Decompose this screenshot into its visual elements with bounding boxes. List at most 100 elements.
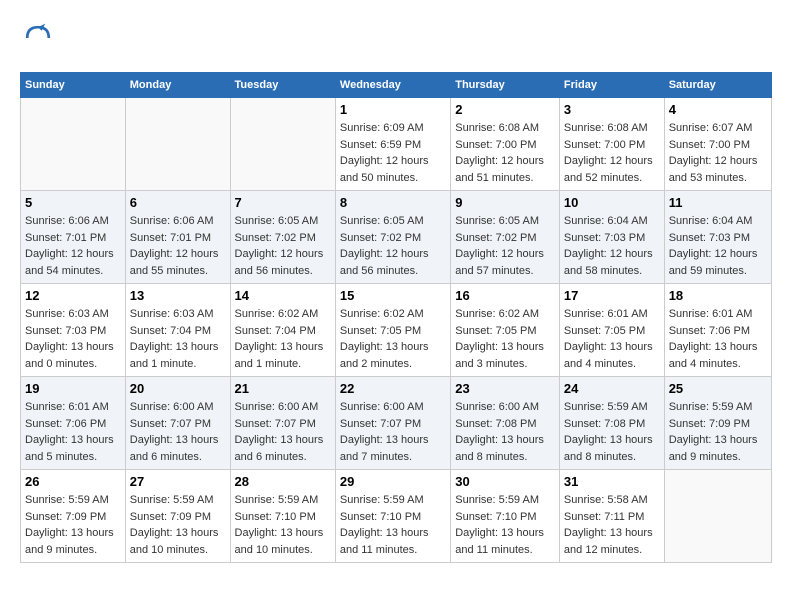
day-cell: 27 Sunrise: 5:59 AMSunset: 7:09 PMDayligh…: [125, 470, 230, 563]
day-info: Sunrise: 5:59 AMSunset: 7:10 PMDaylight:…: [235, 492, 331, 558]
header-row: SundayMondayTuesdayWednesdayThursdayFrid…: [21, 73, 772, 98]
day-cell: 22 Sunrise: 6:00 AMSunset: 7:07 PMDayligh…: [335, 377, 450, 470]
day-number: 1: [340, 102, 446, 117]
day-info: Sunrise: 6:00 AMSunset: 7:07 PMDaylight:…: [340, 399, 446, 465]
day-info: Sunrise: 5:59 AMSunset: 7:10 PMDaylight:…: [455, 492, 555, 558]
day-info: Sunrise: 5:58 AMSunset: 7:11 PMDaylight:…: [564, 492, 660, 558]
day-cell: 26Sunrise: 5:59 AMSunset: 7:09 PMDayligh…: [21, 470, 126, 563]
day-cell: 12Sunrise: 6:03 AMSunset: 7:03 PMDayligh…: [21, 284, 126, 377]
day-info: Sunrise: 6:06 AMSunset: 7:01 PMDaylight:…: [25, 213, 121, 279]
day-cell: 1 Sunrise: 6:09 AMSunset: 6:59 PMDaylight…: [335, 98, 450, 191]
day-info: Sunrise: 6:08 AMSunset: 7:00 PMDaylight:…: [564, 120, 660, 186]
day-number: 18: [669, 288, 767, 303]
day-cell: 30 Sunrise: 5:59 AMSunset: 7:10 PMDayligh…: [451, 470, 560, 563]
day-info: Sunrise: 6:00 AMSunset: 7:08 PMDaylight:…: [455, 399, 555, 465]
day-cell: 15Sunrise: 6:02 AMSunset: 7:05 PMDayligh…: [335, 284, 450, 377]
week-row-3: 12Sunrise: 6:03 AMSunset: 7:03 PMDayligh…: [21, 284, 772, 377]
day-cell: 10 Sunrise: 6:04 AMSunset: 7:03 PMDayligh…: [559, 191, 664, 284]
header-cell-tuesday: Tuesday: [230, 73, 335, 98]
day-cell: [664, 470, 771, 563]
week-row-1: 1 Sunrise: 6:09 AMSunset: 6:59 PMDaylight…: [21, 98, 772, 191]
day-number: 15: [340, 288, 446, 303]
day-number: 10: [564, 195, 660, 210]
day-info: Sunrise: 6:04 AMSunset: 7:03 PMDaylight:…: [564, 213, 660, 279]
header-cell-friday: Friday: [559, 73, 664, 98]
week-row-5: 26Sunrise: 5:59 AMSunset: 7:09 PMDayligh…: [21, 470, 772, 563]
day-number: 14: [235, 288, 331, 303]
day-cell: [125, 98, 230, 191]
day-info: Sunrise: 6:04 AMSunset: 7:03 PMDaylight:…: [669, 213, 767, 279]
day-info: Sunrise: 6:00 AMSunset: 7:07 PMDaylight:…: [235, 399, 331, 465]
day-number: 8: [340, 195, 446, 210]
day-cell: [21, 98, 126, 191]
day-cell: 21 Sunrise: 6:00 AMSunset: 7:07 PMDayligh…: [230, 377, 335, 470]
header-cell-wednesday: Wednesday: [335, 73, 450, 98]
day-number: 9: [455, 195, 555, 210]
day-cell: 25Sunrise: 5:59 AMSunset: 7:09 PMDayligh…: [664, 377, 771, 470]
header-cell-thursday: Thursday: [451, 73, 560, 98]
day-cell: 19 Sunrise: 6:01 AMSunset: 7:06 PMDayligh…: [21, 377, 126, 470]
day-info: Sunrise: 6:05 AMSunset: 7:02 PMDaylight:…: [235, 213, 331, 279]
day-cell: 4Sunrise: 6:07 AMSunset: 7:00 PMDaylight…: [664, 98, 771, 191]
day-number: 25: [669, 381, 767, 396]
day-cell: 3 Sunrise: 6:08 AMSunset: 7:00 PMDaylight…: [559, 98, 664, 191]
day-number: 6: [130, 195, 226, 210]
day-number: 22: [340, 381, 446, 396]
day-number: 28: [235, 474, 331, 489]
day-cell: 20Sunrise: 6:00 AMSunset: 7:07 PMDayligh…: [125, 377, 230, 470]
day-info: Sunrise: 6:03 AMSunset: 7:03 PMDaylight:…: [25, 306, 121, 372]
calendar-table: SundayMondayTuesdayWednesdayThursdayFrid…: [20, 72, 772, 563]
day-number: 23: [455, 381, 555, 396]
day-info: Sunrise: 6:05 AMSunset: 7:02 PMDaylight:…: [340, 213, 446, 279]
day-info: Sunrise: 5:59 AMSunset: 7:09 PMDaylight:…: [25, 492, 121, 558]
day-number: 11: [669, 195, 767, 210]
day-number: 29: [340, 474, 446, 489]
day-cell: 5 Sunrise: 6:06 AMSunset: 7:01 PMDaylight…: [21, 191, 126, 284]
header-cell-saturday: Saturday: [664, 73, 771, 98]
day-cell: [230, 98, 335, 191]
day-cell: 13Sunrise: 6:03 AMSunset: 7:04 PMDayligh…: [125, 284, 230, 377]
header-cell-monday: Monday: [125, 73, 230, 98]
day-cell: 24 Sunrise: 5:59 AMSunset: 7:08 PMDayligh…: [559, 377, 664, 470]
logo-icon: [20, 20, 56, 56]
day-info: Sunrise: 5:59 AMSunset: 7:09 PMDaylight:…: [130, 492, 226, 558]
day-cell: 23 Sunrise: 6:00 AMSunset: 7:08 PMDayligh…: [451, 377, 560, 470]
day-number: 30: [455, 474, 555, 489]
day-cell: 11 Sunrise: 6:04 AMSunset: 7:03 PMDayligh…: [664, 191, 771, 284]
day-info: Sunrise: 6:02 AMSunset: 7:04 PMDaylight:…: [235, 306, 331, 372]
day-cell: 17Sunrise: 6:01 AMSunset: 7:05 PMDayligh…: [559, 284, 664, 377]
day-cell: 18 Sunrise: 6:01 AMSunset: 7:06 PMDayligh…: [664, 284, 771, 377]
day-cell: 7 Sunrise: 6:05 AMSunset: 7:02 PMDaylight…: [230, 191, 335, 284]
day-info: Sunrise: 6:09 AMSunset: 6:59 PMDaylight:…: [340, 120, 446, 186]
day-cell: 14 Sunrise: 6:02 AMSunset: 7:04 PMDayligh…: [230, 284, 335, 377]
day-info: Sunrise: 6:01 AMSunset: 7:06 PMDaylight:…: [669, 306, 767, 372]
day-number: 19: [25, 381, 121, 396]
day-number: 24: [564, 381, 660, 396]
day-number: 31: [564, 474, 660, 489]
day-info: Sunrise: 6:01 AMSunset: 7:06 PMDaylight:…: [25, 399, 121, 465]
day-number: 5: [25, 195, 121, 210]
day-cell: 8 Sunrise: 6:05 AMSunset: 7:02 PMDaylight…: [335, 191, 450, 284]
day-cell: 9Sunrise: 6:05 AMSunset: 7:02 PMDaylight…: [451, 191, 560, 284]
day-info: Sunrise: 6:08 AMSunset: 7:00 PMDaylight:…: [455, 120, 555, 186]
logo: [20, 20, 60, 56]
page-header: [20, 20, 772, 56]
day-info: Sunrise: 6:01 AMSunset: 7:05 PMDaylight:…: [564, 306, 660, 372]
day-number: 3: [564, 102, 660, 117]
day-number: 20: [130, 381, 226, 396]
day-info: Sunrise: 5:59 AMSunset: 7:08 PMDaylight:…: [564, 399, 660, 465]
day-cell: 31 Sunrise: 5:58 AMSunset: 7:11 PMDayligh…: [559, 470, 664, 563]
week-row-4: 19 Sunrise: 6:01 AMSunset: 7:06 PMDayligh…: [21, 377, 772, 470]
day-number: 2: [455, 102, 555, 117]
day-number: 27: [130, 474, 226, 489]
day-number: 13: [130, 288, 226, 303]
day-number: 7: [235, 195, 331, 210]
day-cell: 16Sunrise: 6:02 AMSunset: 7:05 PMDayligh…: [451, 284, 560, 377]
day-cell: 6 Sunrise: 6:06 AMSunset: 7:01 PMDaylight…: [125, 191, 230, 284]
day-cell: 29Sunrise: 5:59 AMSunset: 7:10 PMDayligh…: [335, 470, 450, 563]
week-row-2: 5 Sunrise: 6:06 AMSunset: 7:01 PMDaylight…: [21, 191, 772, 284]
day-info: Sunrise: 6:06 AMSunset: 7:01 PMDaylight:…: [130, 213, 226, 279]
day-info: Sunrise: 6:02 AMSunset: 7:05 PMDaylight:…: [455, 306, 555, 372]
day-number: 21: [235, 381, 331, 396]
day-cell: 2 Sunrise: 6:08 AMSunset: 7:00 PMDaylight…: [451, 98, 560, 191]
